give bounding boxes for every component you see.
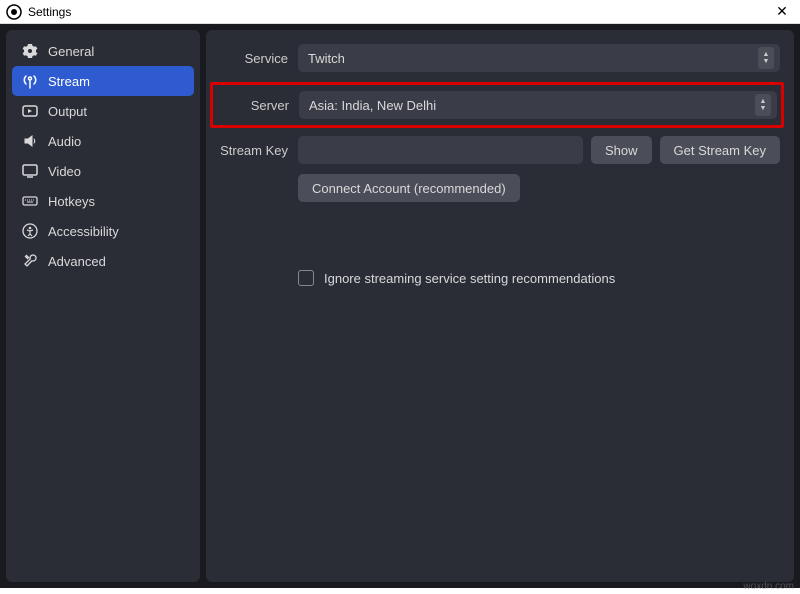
app-icon [6, 4, 22, 20]
sidebar-item-stream[interactable]: Stream [12, 66, 194, 96]
sidebar-item-label: Hotkeys [48, 194, 95, 209]
window-title: Settings [28, 5, 770, 19]
server-value: Asia: India, New Delhi [309, 98, 436, 113]
server-select[interactable]: Asia: India, New Delhi ▲▼ [299, 91, 777, 119]
service-value: Twitch [308, 51, 345, 66]
server-label: Server [217, 98, 299, 113]
antenna-icon [22, 73, 38, 89]
service-label: Service [212, 51, 298, 66]
keyboard-icon [22, 193, 38, 209]
sidebar-item-advanced[interactable]: Advanced [12, 246, 194, 276]
sidebar-item-accessibility[interactable]: Accessibility [12, 216, 194, 246]
sidebar-item-label: Stream [48, 74, 90, 89]
ignore-recommendations-checkbox[interactable] [298, 270, 314, 286]
tools-icon [22, 253, 38, 269]
chevron-updown-icon: ▲▼ [755, 94, 771, 116]
gear-icon [22, 43, 38, 59]
sidebar-item-video[interactable]: Video [12, 156, 194, 186]
sidebar-item-general[interactable]: General [12, 36, 194, 66]
get-stream-key-button[interactable]: Get Stream Key [660, 136, 780, 164]
show-button[interactable]: Show [591, 136, 652, 164]
sidebar-item-label: Audio [48, 134, 81, 149]
sidebar-item-label: Advanced [48, 254, 106, 269]
output-icon [22, 103, 38, 119]
sidebar-item-hotkeys[interactable]: Hotkeys [12, 186, 194, 216]
sidebar-item-label: Output [48, 104, 87, 119]
sidebar-item-output[interactable]: Output [12, 96, 194, 126]
service-select[interactable]: Twitch ▲▼ [298, 44, 780, 72]
ignore-recommendations-label: Ignore streaming service setting recomme… [324, 271, 615, 286]
accessibility-icon [22, 223, 38, 239]
stream-key-input[interactable] [298, 136, 583, 164]
sidebar-item-label: Accessibility [48, 224, 119, 239]
sidebar-item-label: General [48, 44, 94, 59]
sidebar: General Stream Output Audio Video [6, 30, 200, 582]
sidebar-item-audio[interactable]: Audio [12, 126, 194, 156]
server-row-highlighted: Server Asia: India, New Delhi ▲▼ [210, 82, 784, 128]
close-icon[interactable]: ✕ [770, 3, 794, 20]
chevron-updown-icon: ▲▼ [758, 47, 774, 69]
content-panel: Service Twitch ▲▼ Server Asia: India, Ne… [206, 30, 794, 582]
watermark: woxdn.com [743, 581, 794, 592]
sidebar-item-label: Video [48, 164, 81, 179]
stream-key-label: Stream Key [212, 143, 298, 158]
speaker-icon [22, 133, 38, 149]
monitor-icon [22, 163, 38, 179]
titlebar: Settings ✕ [0, 0, 800, 24]
connect-account-button[interactable]: Connect Account (recommended) [298, 174, 520, 202]
